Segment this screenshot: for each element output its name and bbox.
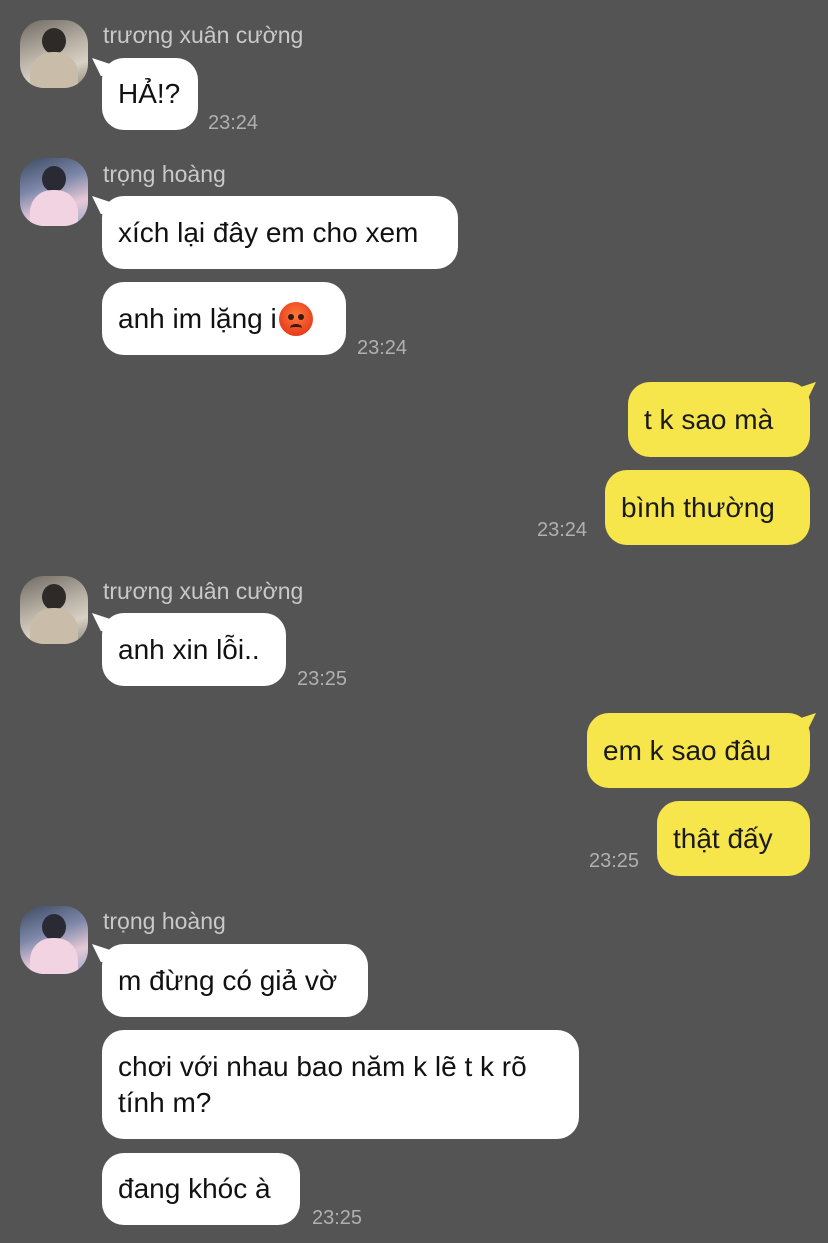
sender-name: trương xuân cường	[103, 578, 304, 604]
message-timestamp: 23:25	[297, 668, 348, 690]
message-bubble[interactable]: thật đấy	[657, 801, 810, 876]
message-timestamp: 23:24	[357, 337, 408, 359]
avatar-hoang[interactable]	[20, 906, 88, 974]
avatar-hoang[interactable]	[20, 158, 88, 226]
message-timestamp: 23:25	[589, 850, 640, 872]
message-text: anh im lặng i	[118, 302, 277, 334]
message-bubble[interactable]: HẢ!?	[102, 58, 198, 130]
message-bubble[interactable]: xích lại đây em cho xem	[102, 196, 458, 269]
message-bubble[interactable]: anh xin lỗi..	[102, 613, 286, 686]
avatar-cuong[interactable]	[20, 20, 88, 88]
message-bubble[interactable]: anh im lặng i	[102, 282, 346, 355]
message-bubble[interactable]: đang khóc à	[102, 1153, 300, 1225]
chat-thread[interactable]: trương xuân cường HẢ!? 23:24 trọng hoàng…	[0, 0, 828, 1243]
message-timestamp: 23:24	[537, 519, 588, 541]
message-timestamp: 23:25	[312, 1207, 363, 1229]
sender-name: trọng hoàng	[103, 908, 226, 934]
message-bubble[interactable]: bình thường	[605, 470, 810, 545]
message-timestamp: 23:24	[208, 112, 259, 134]
avatar-cuong[interactable]	[20, 576, 88, 644]
message-bubble[interactable]: chơi với nhau bao năm k lẽ t k rõ tính m…	[102, 1030, 579, 1139]
angry-face-icon	[278, 301, 313, 336]
message-bubble[interactable]: em k sao đâu	[587, 713, 810, 788]
sender-name: trọng hoàng	[103, 161, 226, 187]
message-bubble[interactable]: t k sao mà	[628, 382, 810, 457]
message-bubble[interactable]: m đừng có giả vờ	[102, 944, 368, 1017]
sender-name: trương xuân cường	[103, 22, 304, 48]
